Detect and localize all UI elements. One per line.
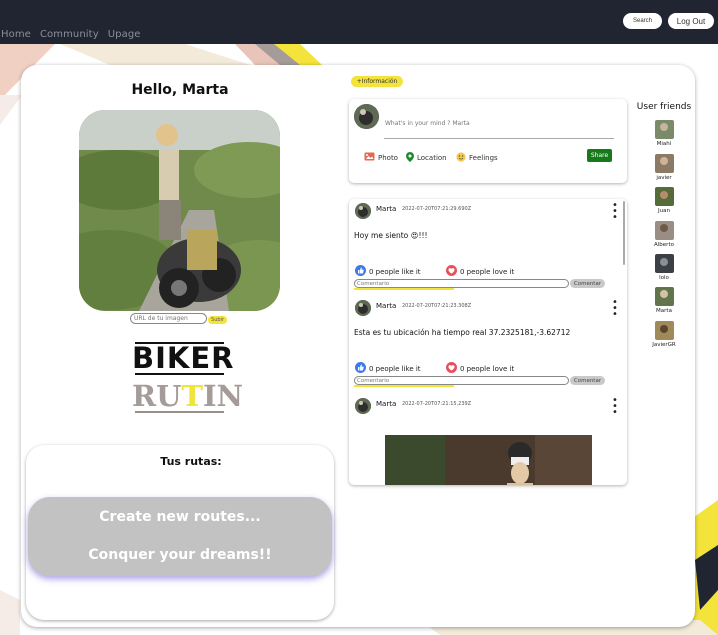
friend-avatar bbox=[654, 154, 674, 173]
comment-input[interactable] bbox=[354, 376, 569, 385]
post-menu-kebab-icon[interactable]: • • • bbox=[612, 201, 618, 223]
post-text: Esta es tu ubicación ha tiempo real 37.2… bbox=[354, 328, 571, 337]
logo-word-rutin: RUTIN bbox=[132, 379, 243, 413]
comment-input[interactable] bbox=[354, 279, 569, 288]
post-date: 2022-07-20T07:21:23.308Z bbox=[402, 303, 472, 309]
loves-count: 0 people love it bbox=[460, 267, 515, 276]
friend-item[interactable]: Marta bbox=[644, 287, 684, 314]
biker-rutin-logo: BIKER RUTIN bbox=[132, 341, 243, 415]
heart-icon bbox=[446, 265, 457, 278]
friend-item[interactable]: Miahi bbox=[644, 120, 684, 147]
location-label: Location bbox=[417, 154, 447, 162]
logo-part-a: RU bbox=[132, 379, 182, 413]
friend-name: Alberto bbox=[654, 242, 674, 248]
photo-icon bbox=[364, 152, 375, 163]
friend-item[interactable]: lolo bbox=[644, 254, 684, 281]
love-action[interactable]: 0 people love it bbox=[446, 265, 514, 278]
nav-links: Home Community Upage bbox=[1, 29, 141, 40]
upload-image-button[interactable]: Subir bbox=[208, 316, 227, 324]
friend-name: JavierGR bbox=[652, 342, 676, 348]
post-item: Marta 2022-07-20T07:21:29.690Z • • • Hoy m… bbox=[349, 199, 621, 295]
routes-title: Tus rutas: bbox=[160, 455, 222, 468]
comment-button[interactable]: Comentar bbox=[570, 279, 605, 288]
feelings-label: Feelings bbox=[469, 154, 498, 162]
friend-avatar bbox=[654, 287, 674, 306]
friend-name: javier bbox=[656, 175, 672, 181]
friend-name: Miahi bbox=[656, 141, 672, 147]
nav-home-link[interactable]: Home bbox=[1, 29, 31, 40]
feelings-action[interactable]: Feelings bbox=[456, 152, 498, 164]
friend-item[interactable]: JavierGR bbox=[644, 321, 684, 348]
like-action[interactable]: 0 people like it bbox=[355, 265, 421, 278]
cta-line-1: Create new routes... bbox=[99, 509, 261, 525]
post-date: 2022-07-20T07:21:29.690Z bbox=[402, 206, 472, 212]
post-author-name: Marta bbox=[376, 302, 397, 310]
post-image bbox=[385, 435, 592, 485]
friend-avatar bbox=[654, 321, 674, 340]
greeting-heading: Hello, Marta bbox=[131, 82, 229, 98]
friend-item[interactable]: Alberto bbox=[644, 221, 684, 248]
friend-name: Juan bbox=[658, 208, 670, 214]
friends-title: User friends bbox=[636, 102, 692, 112]
post-menu-kebab-icon[interactable]: • • • bbox=[612, 396, 618, 418]
feelings-emoji-icon bbox=[456, 152, 466, 164]
post-author-name: Marta bbox=[376, 400, 397, 408]
comment-underline bbox=[354, 385, 454, 387]
photo-action[interactable]: Photo bbox=[364, 152, 398, 163]
likes-count: 0 people like it bbox=[369, 364, 421, 373]
post-author-avatar bbox=[355, 203, 371, 219]
search-button[interactable]: Search bbox=[623, 13, 662, 29]
top-navbar: Home Community Upage Search Log Out bbox=[0, 0, 718, 44]
share-button[interactable]: Share bbox=[587, 149, 612, 162]
love-action[interactable]: 0 people love it bbox=[446, 362, 514, 375]
post-date: 2022-07-20T07:21:15.239Z bbox=[402, 401, 472, 407]
friend-item[interactable]: Juan bbox=[644, 187, 684, 214]
friend-avatar bbox=[654, 120, 674, 139]
post-menu-kebab-icon[interactable]: • • • bbox=[612, 298, 618, 320]
image-url-input[interactable] bbox=[130, 313, 207, 324]
post-author-avatar bbox=[355, 300, 371, 316]
composer-avatar bbox=[354, 104, 379, 129]
friend-name: Marta bbox=[656, 308, 672, 314]
profile-photo bbox=[79, 110, 280, 311]
thumbs-up-icon bbox=[355, 362, 366, 375]
friend-name: lolo bbox=[659, 275, 669, 281]
comment-underline bbox=[354, 288, 454, 290]
loves-count: 0 people love it bbox=[460, 364, 515, 373]
post-text-input[interactable] bbox=[384, 109, 614, 139]
logo-part-b: T bbox=[181, 379, 203, 413]
like-action[interactable]: 0 people like it bbox=[355, 362, 421, 375]
likes-count: 0 people like it bbox=[369, 267, 421, 276]
feed-scrollbar[interactable] bbox=[623, 201, 625, 265]
post-author-name: Marta bbox=[376, 205, 397, 213]
post-author-avatar bbox=[355, 398, 371, 414]
friend-avatar bbox=[654, 254, 674, 273]
post-item: Marta 2022-07-20T07:21:15.239Z • • • bbox=[349, 394, 621, 485]
create-route-button[interactable]: Create new routes... Conquer your dreams… bbox=[28, 497, 332, 576]
posts-feed[interactable]: Marta 2022-07-20T07:21:29.690Z • • • Hoy m… bbox=[349, 199, 627, 485]
logo-part-c: IN bbox=[202, 379, 244, 413]
heart-icon bbox=[446, 362, 457, 375]
logo-rule-middle bbox=[135, 373, 224, 375]
cta-line-2: Conquer your dreams!! bbox=[88, 547, 272, 563]
post-item: Marta 2022-07-20T07:21:23.308Z • • • Esta … bbox=[349, 296, 621, 392]
post-text: Hoy me siento 😍!!! bbox=[354, 231, 428, 240]
logo-word-biker: BIKER bbox=[132, 341, 235, 375]
friend-item[interactable]: javier bbox=[644, 154, 684, 181]
logout-button[interactable]: Log Out bbox=[668, 13, 714, 29]
friend-avatar bbox=[654, 187, 674, 206]
nav-community-link[interactable]: Community bbox=[40, 29, 99, 40]
friend-avatar bbox=[654, 221, 674, 240]
photo-label: Photo bbox=[378, 153, 398, 162]
logo-rule-bottom bbox=[135, 411, 224, 413]
comment-button[interactable]: Comentar bbox=[570, 376, 605, 385]
location-action[interactable]: Location bbox=[406, 152, 447, 164]
post-composer: Photo Location Feelings Share bbox=[349, 99, 627, 183]
thumbs-up-icon bbox=[355, 265, 366, 278]
info-button[interactable]: +Información bbox=[351, 76, 403, 87]
nav-upage-link[interactable]: Upage bbox=[108, 29, 141, 40]
location-pin-icon bbox=[406, 152, 414, 164]
